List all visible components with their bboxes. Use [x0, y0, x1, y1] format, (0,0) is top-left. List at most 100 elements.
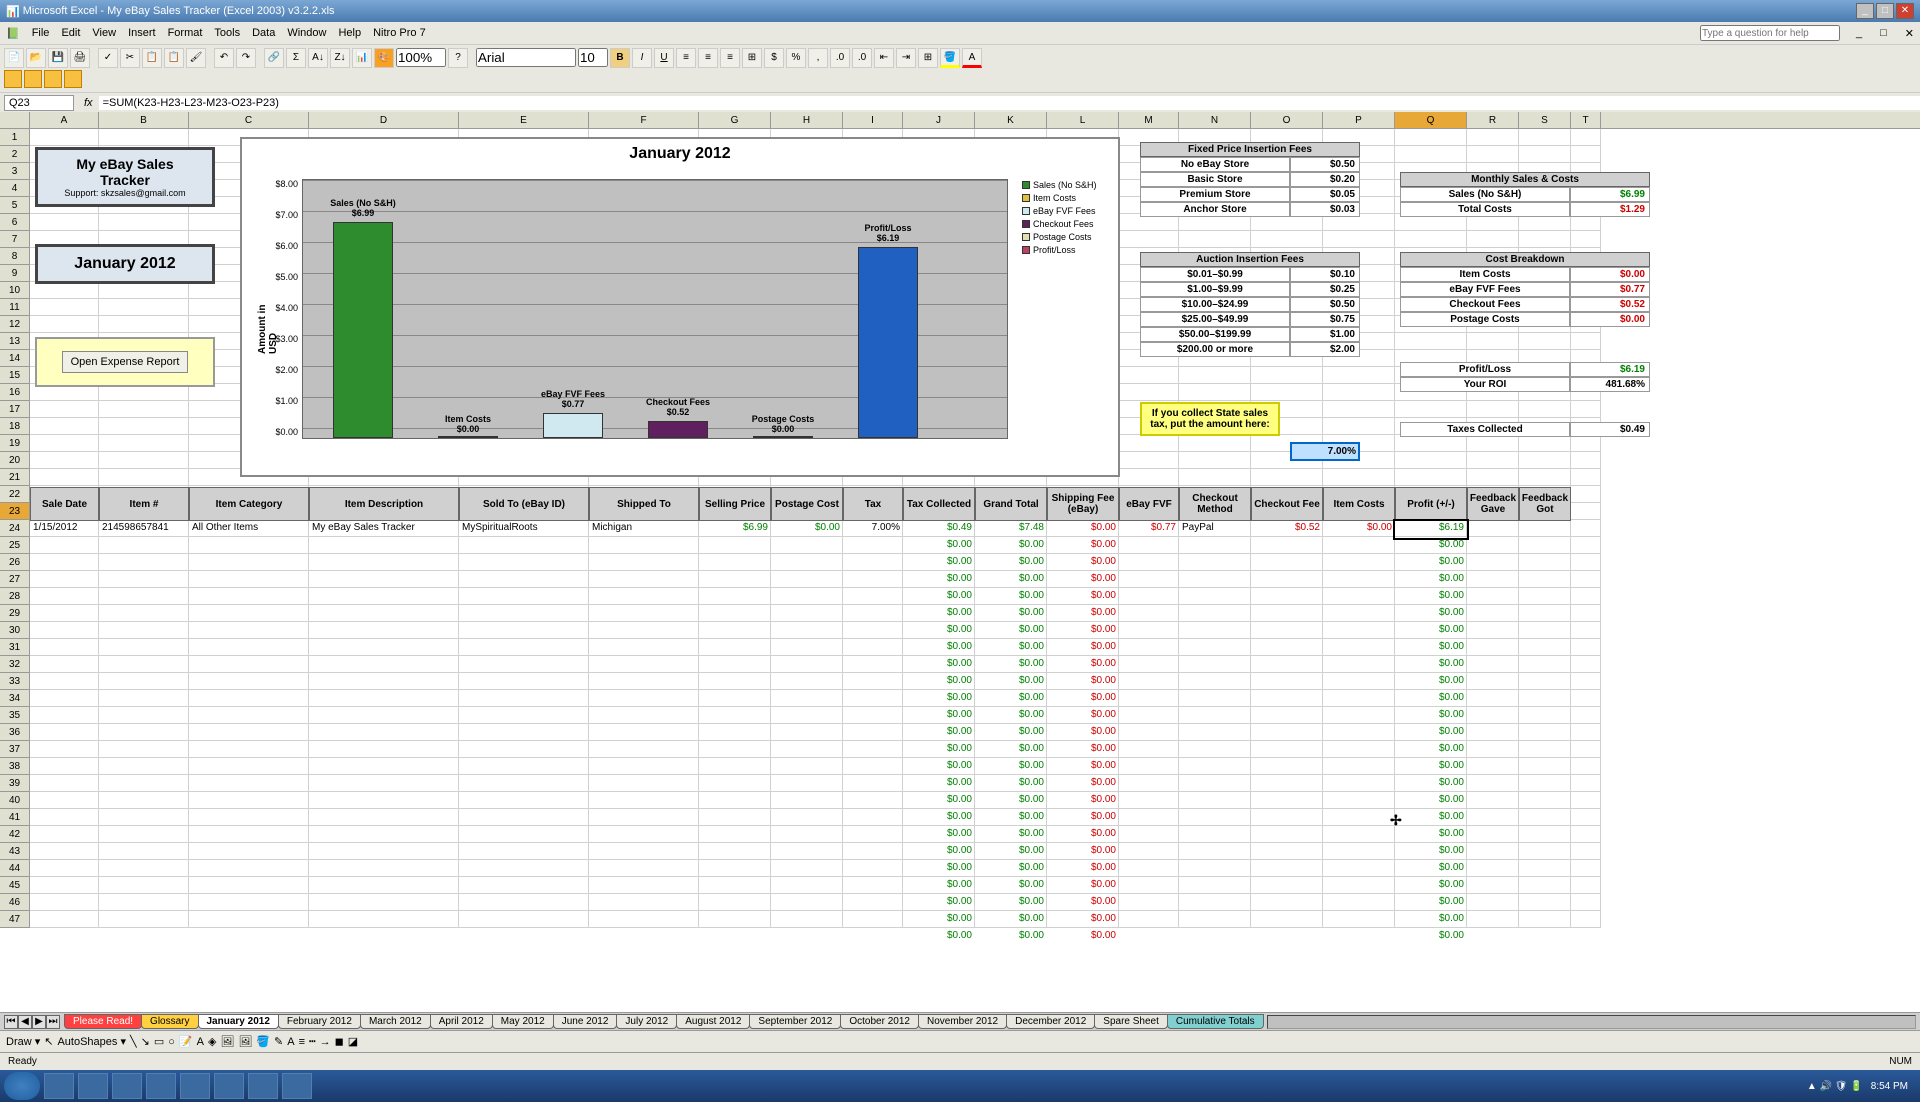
data-cell[interactable] — [459, 878, 589, 895]
data-cell[interactable] — [99, 742, 189, 759]
data-cell[interactable] — [1467, 878, 1519, 895]
data-cell[interactable] — [1179, 691, 1251, 708]
data-cell[interactable] — [189, 759, 309, 776]
data-cell[interactable]: $0.00 — [903, 674, 975, 691]
row-header-39[interactable]: 39 — [0, 775, 30, 792]
col-header-T[interactable]: T — [1571, 112, 1601, 128]
data-cell[interactable]: $0.00 — [1395, 708, 1467, 725]
data-cell[interactable] — [1119, 674, 1179, 691]
data-cell[interactable] — [589, 708, 699, 725]
data-cell[interactable] — [189, 861, 309, 878]
data-cell[interactable] — [1119, 895, 1179, 912]
data-cell[interactable] — [843, 844, 903, 861]
row-header-40[interactable]: 40 — [0, 792, 30, 809]
data-cell[interactable] — [1467, 861, 1519, 878]
data-cell[interactable] — [30, 810, 99, 827]
data-cell[interactable] — [1179, 759, 1251, 776]
data-cell[interactable] — [189, 555, 309, 572]
row-header-31[interactable]: 31 — [0, 639, 30, 656]
data-row[interactable]: $0.00$0.00$0.00$0.00 — [30, 725, 1571, 742]
row-header-14[interactable]: 14 — [0, 350, 30, 367]
data-cell[interactable]: $0.00 — [975, 895, 1047, 912]
data-cell[interactable]: MySpiritualRoots — [459, 521, 589, 538]
data-cell[interactable] — [309, 725, 459, 742]
data-cell[interactable] — [1251, 827, 1323, 844]
data-header[interactable]: Grand Total — [975, 487, 1047, 521]
format-painter-icon[interactable]: 🖌 — [186, 48, 206, 68]
col-header-F[interactable]: F — [589, 112, 699, 128]
data-cell[interactable] — [843, 827, 903, 844]
data-cell[interactable] — [589, 555, 699, 572]
drawing-icon[interactable]: 🎨 — [374, 48, 394, 68]
data-cell[interactable] — [459, 810, 589, 827]
data-cell[interactable] — [189, 912, 309, 929]
data-cell[interactable] — [1251, 725, 1323, 742]
data-cell[interactable] — [1467, 912, 1519, 929]
data-cell[interactable] — [189, 810, 309, 827]
data-cell[interactable] — [1119, 623, 1179, 640]
data-cell[interactable] — [1119, 538, 1179, 555]
data-cell[interactable]: 214598657841 — [99, 521, 189, 538]
data-cell[interactable] — [1467, 742, 1519, 759]
sheet-tab[interactable]: Cumulative Totals — [1167, 1014, 1264, 1029]
formula-input[interactable]: =SUM(K23-H23-L23-M23-O23-P23) — [99, 96, 1920, 110]
data-cell[interactable] — [699, 606, 771, 623]
data-cell[interactable] — [843, 708, 903, 725]
sheet-tab[interactable]: March 2012 — [360, 1014, 431, 1029]
data-cell[interactable] — [771, 674, 843, 691]
currency-icon[interactable]: $ — [764, 48, 784, 68]
data-cell[interactable] — [589, 742, 699, 759]
data-cell[interactable]: $0.00 — [903, 742, 975, 759]
data-cell[interactable] — [1519, 606, 1571, 623]
data-cell[interactable] — [1119, 555, 1179, 572]
data-row[interactable]: $0.00$0.00$0.00$0.00 — [30, 572, 1571, 589]
data-cell[interactable] — [843, 895, 903, 912]
data-cell[interactable] — [1323, 742, 1395, 759]
data-cell[interactable] — [1519, 640, 1571, 657]
data-cell[interactable] — [99, 895, 189, 912]
data-row[interactable]: $0.00$0.00$0.00$0.00 — [30, 844, 1571, 861]
data-cell[interactable] — [1179, 929, 1251, 946]
data-cell[interactable] — [589, 725, 699, 742]
data-row[interactable]: $0.00$0.00$0.00$0.00 — [30, 776, 1571, 793]
data-header[interactable]: Tax Collected — [903, 487, 975, 521]
col-header-S[interactable]: S — [1519, 112, 1571, 128]
data-header[interactable]: Shipping Fee (eBay) — [1047, 487, 1119, 521]
data-cell[interactable] — [1519, 844, 1571, 861]
data-cell[interactable] — [699, 725, 771, 742]
data-cell[interactable] — [30, 759, 99, 776]
data-cell[interactable] — [1467, 929, 1519, 946]
data-cell[interactable] — [1179, 606, 1251, 623]
addon-button-1[interactable] — [4, 70, 22, 88]
3d-icon[interactable]: ◪ — [348, 1035, 358, 1048]
data-cell[interactable] — [459, 725, 589, 742]
menu-insert[interactable]: Insert — [128, 27, 156, 39]
data-cell[interactable] — [30, 878, 99, 895]
data-cell[interactable] — [1119, 810, 1179, 827]
row-header-23[interactable]: 23 — [0, 503, 30, 520]
data-cell[interactable] — [1519, 555, 1571, 572]
row-header-41[interactable]: 41 — [0, 809, 30, 826]
col-header-M[interactable]: M — [1119, 112, 1179, 128]
sheet-tab[interactable]: May 2012 — [492, 1014, 554, 1029]
data-cell[interactable] — [843, 555, 903, 572]
data-cell[interactable] — [99, 912, 189, 929]
data-cell[interactable] — [189, 793, 309, 810]
align-left-icon[interactable]: ≡ — [676, 48, 696, 68]
data-cell[interactable] — [30, 793, 99, 810]
data-cell[interactable] — [771, 623, 843, 640]
data-cell[interactable] — [99, 810, 189, 827]
data-cell[interactable] — [699, 708, 771, 725]
data-cell[interactable] — [459, 742, 589, 759]
data-cell[interactable]: $0.00 — [1395, 589, 1467, 606]
data-cell[interactable] — [699, 878, 771, 895]
data-cell[interactable] — [189, 691, 309, 708]
data-cell[interactable] — [771, 538, 843, 555]
data-cell[interactable] — [843, 776, 903, 793]
data-cell[interactable] — [1179, 555, 1251, 572]
row-header-10[interactable]: 10 — [0, 282, 30, 299]
taskbar-explorer-icon[interactable] — [78, 1073, 108, 1099]
col-header-P[interactable]: P — [1323, 112, 1395, 128]
data-cell[interactable] — [1179, 844, 1251, 861]
textbox-icon[interactable]: 📝 — [179, 1035, 193, 1048]
